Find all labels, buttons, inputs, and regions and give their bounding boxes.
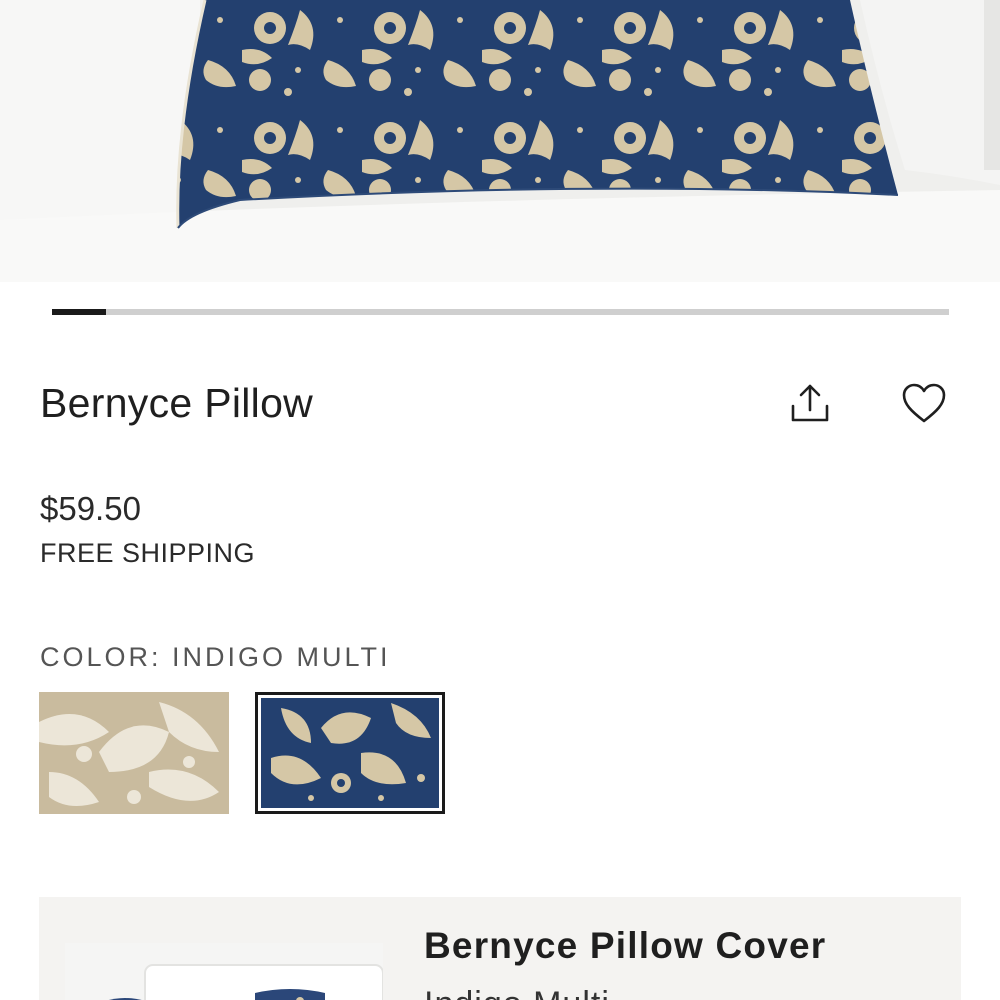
share-button[interactable] (782, 375, 838, 431)
natural-floral-swatch-image (39, 692, 229, 814)
share-icon (791, 384, 829, 422)
color-label: COLOR: INDIGO MULTI (40, 642, 391, 672)
related-product-color: Indigo Multi (424, 985, 610, 1000)
related-product-card[interactable]: Bernyce Pillow Cover Indigo Multi (39, 897, 961, 1000)
product-title: Bernyce Pillow (40, 380, 314, 426)
color-swatch-indigo-selected[interactable] (255, 692, 445, 814)
shipping-note: FREE SHIPPING (40, 538, 256, 568)
pillow-photo (0, 0, 1000, 282)
product-hero-image[interactable] (0, 0, 1000, 282)
indigo-floral-swatch-image (261, 698, 439, 808)
carousel-progress-bar[interactable] (52, 309, 949, 315)
related-product-thumbnail (65, 943, 383, 1000)
heart-icon (902, 383, 946, 423)
favorite-button[interactable] (896, 375, 952, 431)
product-price: $59.50 (40, 490, 141, 527)
carousel-progress-indicator (52, 309, 106, 315)
color-swatch-natural[interactable] (39, 692, 229, 814)
related-product-title: Bernyce Pillow Cover (424, 925, 827, 966)
pillow-cover-photo (65, 943, 383, 1000)
